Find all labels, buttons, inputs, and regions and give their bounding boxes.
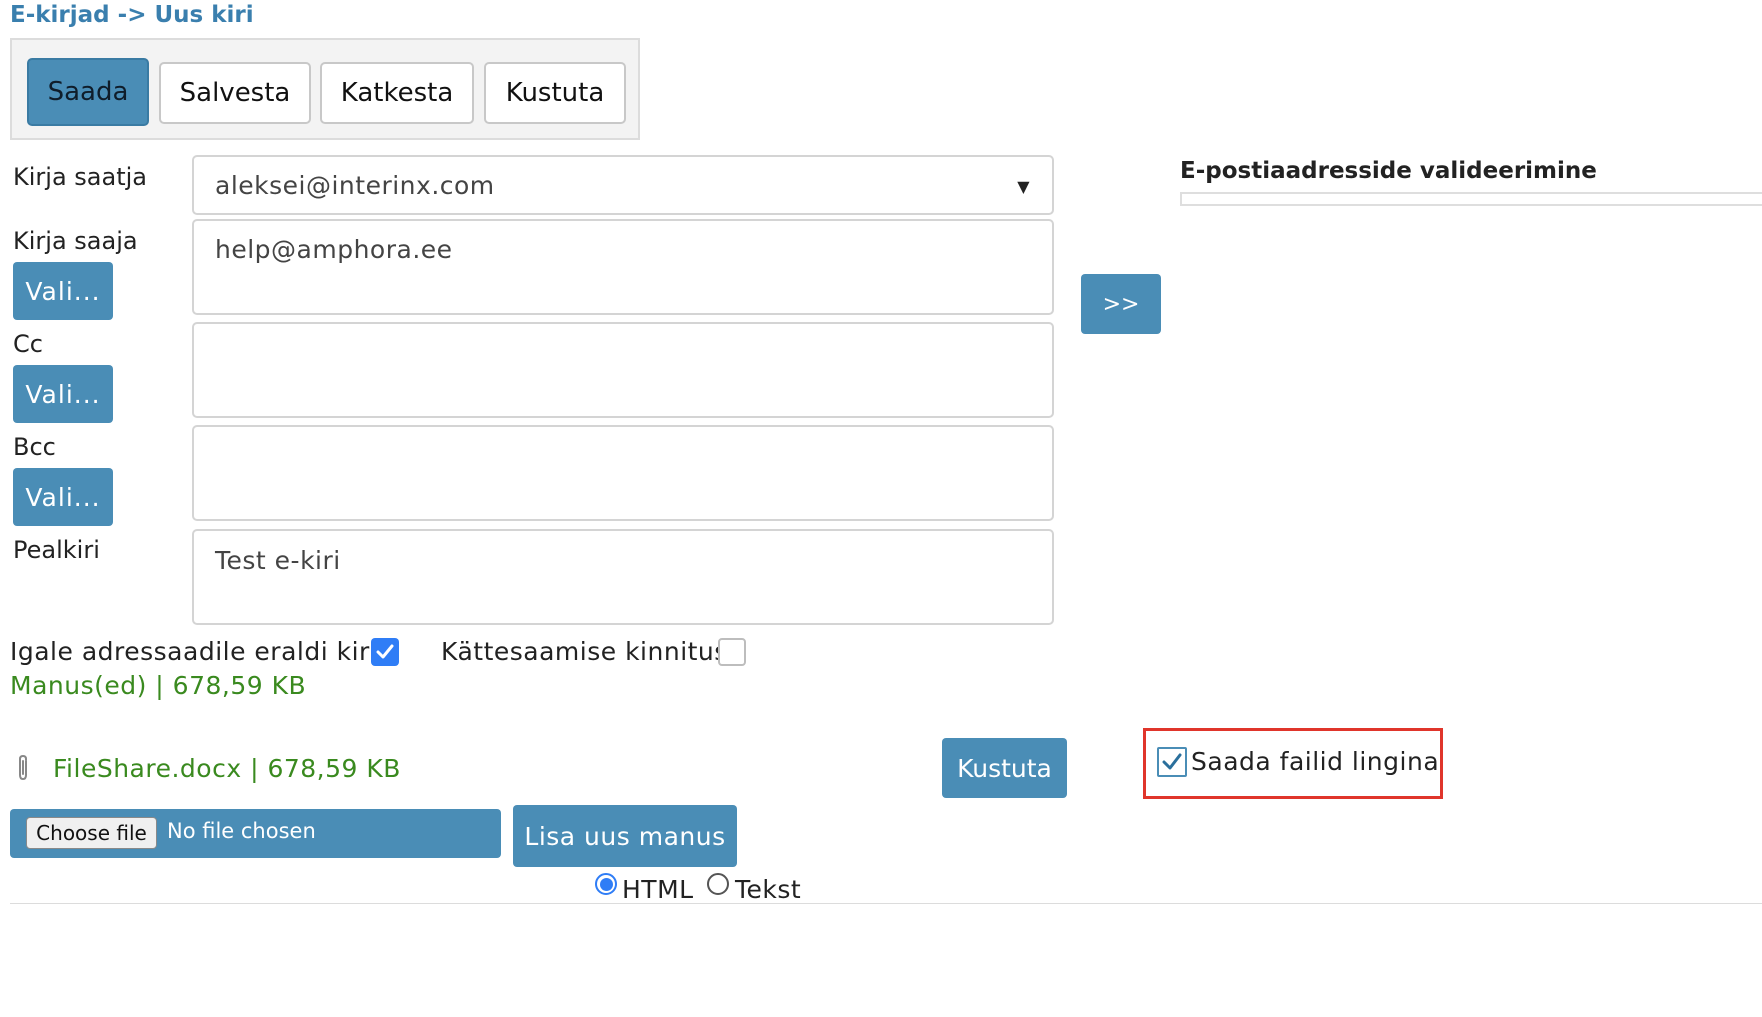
recipient-field[interactable]: help@amphora.ee [192, 219, 1054, 315]
toolbar: Saada Salvesta Katkesta Kustuta [10, 38, 640, 140]
file-input[interactable]: Choose file No file chosen [10, 809, 501, 858]
sender-select[interactable]: aleksei@interinx.com ▼ [192, 155, 1054, 215]
chevron-down-icon: ▼ [1017, 177, 1030, 196]
separate-mail-checkbox[interactable] [371, 638, 399, 666]
delete-attachment-button[interactable]: Kustuta [942, 738, 1067, 798]
subject-label: Pealkiri [13, 536, 100, 564]
read-receipt-label: Kättesaamise kinnitus [441, 637, 728, 666]
save-button[interactable]: Salvesta [159, 62, 311, 124]
send-button[interactable]: Saada [27, 58, 149, 126]
breadcrumb[interactable]: E-kirjad -> Uus kiri [10, 2, 254, 28]
recipient-label: Kirja saaja [13, 227, 138, 255]
choose-cc-button[interactable]: Vali... [13, 365, 113, 423]
html-label: HTML [622, 875, 694, 904]
check-icon [376, 644, 394, 659]
delete-button[interactable]: Kustuta [484, 62, 626, 124]
choose-bcc-button[interactable]: Vali... [13, 468, 113, 526]
choose-file-button[interactable]: Choose file [26, 817, 157, 849]
bcc-field[interactable] [192, 425, 1054, 521]
attachment-file[interactable]: FileShare.docx | 678,59 KB [53, 754, 401, 783]
send-as-link-checkbox[interactable] [1157, 747, 1187, 777]
read-receipt-checkbox[interactable] [718, 638, 746, 666]
validation-title: E-postiaadresside valideerimine [1180, 158, 1597, 184]
move-addresses-button[interactable]: >> [1081, 274, 1161, 334]
sender-label: Kirja saatja [13, 163, 147, 191]
cc-label: Cc [13, 330, 43, 358]
text-radio[interactable] [707, 873, 729, 895]
bcc-label: Bcc [13, 433, 56, 461]
send-as-link-label: Saada failid lingina [1191, 747, 1440, 776]
choose-recipient-button[interactable]: Vali... [13, 262, 113, 320]
subject-field[interactable]: Test e-kiri [192, 529, 1054, 625]
html-radio[interactable] [595, 873, 617, 895]
text-label: Tekst [735, 875, 802, 904]
sender-value: aleksei@interinx.com [215, 171, 495, 200]
add-attachment-button[interactable]: Lisa uus manus [513, 805, 737, 867]
divider [10, 903, 1762, 904]
separate-mail-label: Igale adressaadile eraldi kiri [10, 637, 378, 666]
paperclip-icon [14, 754, 32, 786]
validation-panel [1180, 192, 1762, 206]
cc-field[interactable] [192, 322, 1054, 418]
check-icon [1162, 753, 1182, 770]
cancel-button[interactable]: Katkesta [320, 62, 474, 124]
attachments-summary: Manus(ed) | 678,59 KB [10, 671, 307, 700]
no-file-label: No file chosen [167, 819, 316, 843]
